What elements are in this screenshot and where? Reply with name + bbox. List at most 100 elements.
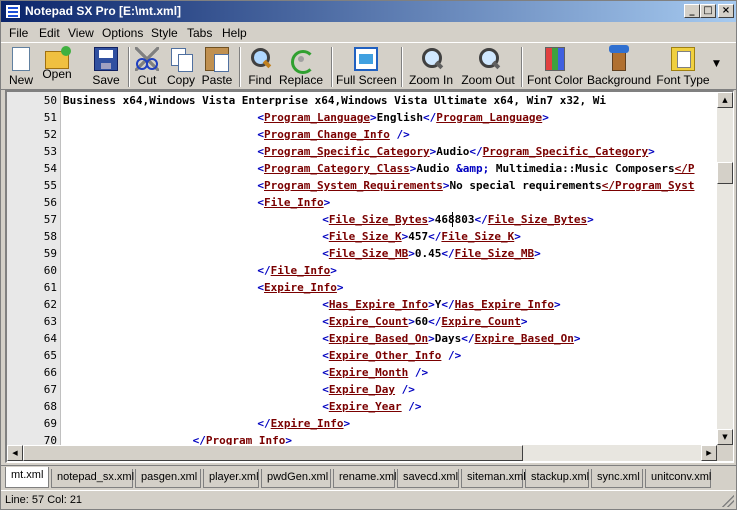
code-line[interactable]: </Program_Info> xyxy=(193,432,292,445)
zoom-out-button[interactable]: Zoom Out xyxy=(460,45,516,89)
code-line[interactable]: <Expire_Day /> xyxy=(322,381,415,398)
line-number: 61 xyxy=(43,281,57,294)
truncated-tag: </Program_Syst xyxy=(601,179,695,192)
replace-button[interactable]: Replace xyxy=(278,45,324,89)
code-line[interactable]: <Expire_Other_Info /> xyxy=(322,347,461,364)
code-line[interactable]: <Program_Change_Info /> xyxy=(257,126,409,143)
tag-name: Program_Category_Class xyxy=(264,162,410,175)
notepad-app-icon[interactable] xyxy=(5,4,21,19)
menu-view[interactable]: View xyxy=(68,26,94,40)
scroll-left-arrow-icon[interactable]: ◀ xyxy=(7,445,23,461)
vertical-scrollbar[interactable]: ▲ ▼ xyxy=(717,92,733,445)
code-line[interactable]: <Expire_Count>60</Expire_Count> xyxy=(322,313,527,330)
tab-unitconv-xml[interactable]: unitconv.xml xyxy=(645,469,711,488)
menu-style[interactable]: Style xyxy=(151,26,178,40)
tag-name: Expire_Count xyxy=(441,315,521,328)
font-color-button[interactable]: Font Color xyxy=(526,45,584,89)
menu-file[interactable]: File xyxy=(9,26,28,40)
tab-rename-xml[interactable]: rename.xml xyxy=(333,469,396,488)
paint-brush-icon xyxy=(609,45,629,71)
code-area[interactable]: Business x64,Windows Vista Enterprise x6… xyxy=(63,92,717,445)
tab-player-xml[interactable]: player.xml xyxy=(203,469,259,488)
code-line[interactable]: <Program_Category_Class>Audio &amp; Mult… xyxy=(257,160,694,177)
tag-name: Program_Specific_Category xyxy=(264,145,430,158)
toolbar-overflow-chevron-icon[interactable]: ▼ xyxy=(713,59,720,69)
tab-mt-xml[interactable]: mt.xml xyxy=(5,467,49,488)
menu-tabs[interactable]: Tabs xyxy=(187,26,212,40)
toolbar: New Open Save Cut Copy Paste Find Replac… xyxy=(1,42,736,90)
code-line[interactable]: <File_Size_K>457</File_Size_K> xyxy=(322,228,521,245)
full-screen-button[interactable]: Full Screen xyxy=(336,45,397,89)
code-line[interactable]: <Program_Language>English</Program_Langu… xyxy=(257,109,548,126)
menu-options[interactable]: Options xyxy=(102,26,143,40)
line-number: 52 xyxy=(43,128,57,141)
code-line[interactable]: <Expire_Month /> xyxy=(322,364,428,381)
replace-arrows-icon xyxy=(289,47,315,74)
font-type-button[interactable]: Font Type xyxy=(654,45,712,89)
code-line[interactable]: Business x64,Windows Vista Enterprise x6… xyxy=(63,92,606,109)
tag-bracket: > xyxy=(520,315,528,328)
open-button[interactable]: Open xyxy=(39,45,75,89)
code-line[interactable]: <File_Size_MB>0.45</File_Size_MB> xyxy=(322,245,541,262)
menu-edit[interactable]: Edit xyxy=(39,26,60,40)
save-button[interactable]: Save xyxy=(89,45,123,89)
line-number: 66 xyxy=(43,366,57,379)
tab-notepad-sx-xml[interactable]: notepad_sx.xml xyxy=(51,469,134,488)
scissors-icon xyxy=(135,47,159,71)
tab-pwdgen-xml[interactable]: pwdGen.xml xyxy=(261,469,331,488)
cut-button[interactable]: Cut xyxy=(132,45,162,89)
new-button[interactable]: New xyxy=(5,45,37,89)
tag-bracket: </ xyxy=(192,434,206,445)
magnifier-icon xyxy=(248,47,272,71)
xml-entity: &amp; xyxy=(456,162,490,175)
tab-savecd-xml[interactable]: savecd.xml xyxy=(397,469,459,488)
toolbar-separator xyxy=(521,47,523,87)
truncated-tag: </P xyxy=(674,162,695,175)
code-line[interactable]: <Program_Specific_Category>Audio</Progra… xyxy=(257,143,654,160)
scroll-up-arrow-icon[interactable]: ▲ xyxy=(717,92,733,108)
code-line[interactable]: <Program_System_Requirements>No special … xyxy=(257,177,694,194)
font-color-label: Font Color xyxy=(526,73,584,87)
horizontal-scrollbar[interactable]: ◀ ▶ xyxy=(7,445,717,461)
code-line[interactable]: </Expire_Info> xyxy=(257,415,350,432)
tab-siteman-xml[interactable]: siteman.xml xyxy=(461,469,526,488)
tab-pasgen-xml[interactable]: pasgen.xml xyxy=(135,469,201,488)
font-folder-icon xyxy=(671,47,695,71)
tag-bracket: > xyxy=(534,247,541,260)
copy-button[interactable]: Copy xyxy=(164,45,198,89)
tag-bracket: > xyxy=(554,298,561,311)
tab-stackup-xml[interactable]: stackup.xml xyxy=(525,469,589,488)
background-button[interactable]: Background xyxy=(586,45,652,89)
code-line[interactable]: <Has_Expire_Info>Y</Has_Expire_Info> xyxy=(322,296,560,313)
zoom-in-button[interactable]: Zoom In xyxy=(406,45,456,89)
maximize-button[interactable]: □ xyxy=(700,4,716,18)
tag-name: Program_Language xyxy=(436,111,543,124)
resize-grip-icon[interactable] xyxy=(722,495,734,507)
editor-pane[interactable]: 50 51 52 53 54 55 56 57 58 59 60 61 62 63 64 65 66 67 68 69… xyxy=(5,90,734,463)
tab-sync-xml[interactable]: sync.xml xyxy=(591,469,643,488)
element-value: 0.45 xyxy=(414,247,442,260)
find-button[interactable]: Find xyxy=(244,45,276,89)
menu-help[interactable]: Help xyxy=(222,26,247,40)
code-line[interactable]: <File_Size_Bytes>468803</File_Size_Bytes… xyxy=(322,211,594,228)
scroll-right-arrow-icon[interactable]: ▶ xyxy=(701,445,717,461)
tag-bracket: < xyxy=(322,247,329,260)
vertical-scroll-thumb[interactable] xyxy=(717,162,733,184)
minimize-button[interactable]: _ xyxy=(684,4,700,18)
tag-bracket: > xyxy=(330,264,337,277)
code-line[interactable]: <Expire_Year /> xyxy=(322,398,421,415)
paste-button[interactable]: Paste xyxy=(200,45,234,89)
horizontal-scroll-thumb[interactable] xyxy=(23,445,523,461)
code-line[interactable]: </File_Info> xyxy=(257,262,336,279)
code-line[interactable]: <File_Info> xyxy=(257,194,330,211)
title-bar[interactable]: Notepad SX Pro [E:\mt.xml] _ □ × xyxy=(1,1,736,22)
scroll-down-arrow-icon[interactable]: ▼ xyxy=(717,429,733,445)
line-number: 65 xyxy=(43,349,57,362)
code-line[interactable]: <Expire_Based_On>Days</Expire_Based_On> xyxy=(322,330,580,347)
tag-name: File_Size_K xyxy=(328,230,402,243)
close-button[interactable]: × xyxy=(718,4,734,18)
font-type-label: Font Type xyxy=(656,73,710,87)
tag-name: Has_Expire_Info xyxy=(454,298,554,311)
tag-bracket: < xyxy=(322,349,329,362)
code-line[interactable]: <Expire_Info> xyxy=(257,279,343,296)
